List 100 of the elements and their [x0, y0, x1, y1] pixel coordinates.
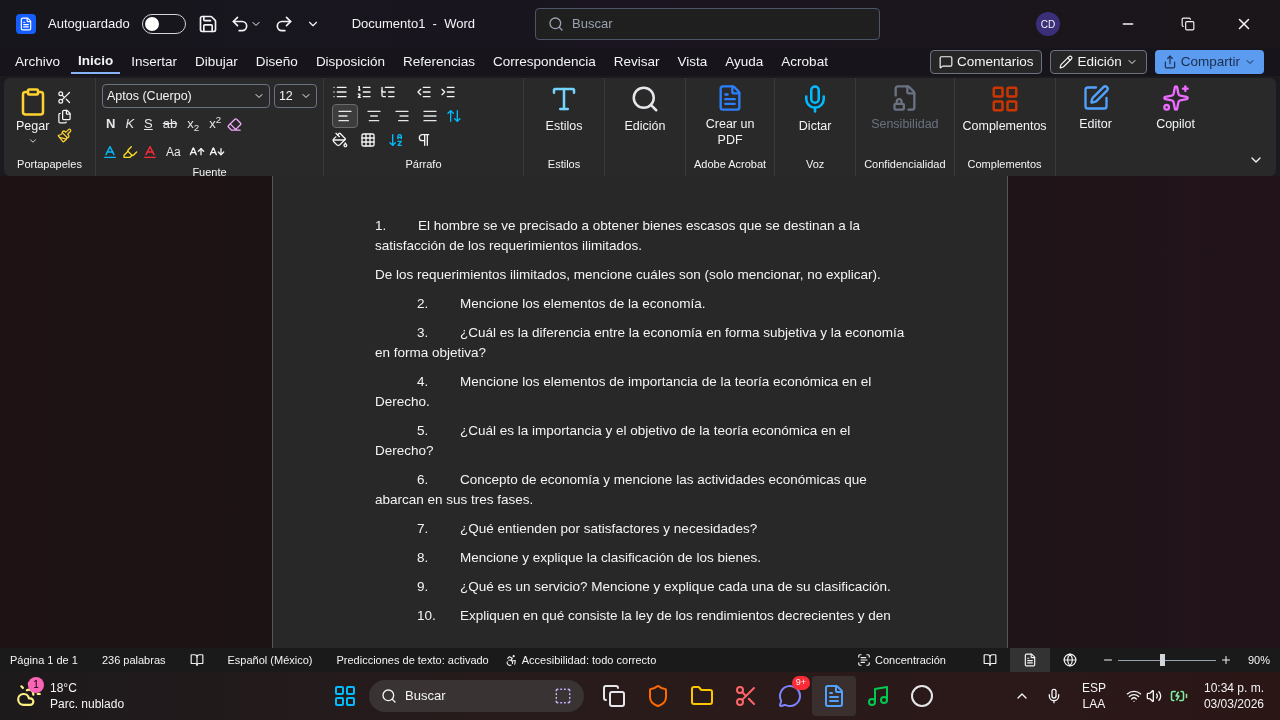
ribbon-button[interactable]: Estilos — [532, 84, 596, 134]
change-case-button[interactable]: Aa — [162, 140, 185, 164]
menu-tab[interactable]: Vista — [670, 50, 715, 74]
word-count: 236 palabras — [101, 652, 166, 668]
menu-tab[interactable]: Referencias — [395, 50, 482, 74]
predictions-label[interactable]: Predicciones de texto: activado — [336, 651, 489, 669]
ribbon-button[interactable]: Dictar — [783, 84, 848, 134]
group-label: Confidencialidad — [864, 156, 946, 172]
align-button[interactable] — [332, 104, 358, 128]
superscript-button[interactable]: x$^{2}$ — [205, 112, 226, 136]
group-label: Estilos — [547, 156, 581, 172]
underline-button[interactable]: S — [140, 112, 157, 136]
bullet-list-icon[interactable] — [332, 84, 348, 100]
sparkle-icon — [1161, 84, 1190, 112]
clock-time[interactable]: 10:34 p. m. — [1203, 680, 1264, 696]
multilevel-list-icon[interactable] — [380, 84, 396, 100]
clock-date[interactable]: 03/03/2026 — [1203, 696, 1264, 712]
menu-tab[interactable]: Revisar — [606, 50, 667, 74]
paragraph: 6. Concepto de economía y mencione las actividades económicas que abarcan en sus tres fases. — [375, 471, 868, 509]
copy-icon[interactable] — [57, 109, 73, 125]
bold-button[interactable]: N — [102, 112, 120, 136]
menu-tab[interactable]: Inicio — [71, 50, 121, 74]
notification-badge: 9+ — [791, 676, 810, 690]
highlighter-icon[interactable] — [122, 144, 138, 160]
paragraph: 1. El hombre se ve precisado a obtener bienes escasos que se destinan a la satisfacción de los requerimientos ilimitados. — [375, 217, 862, 255]
font-size-field[interactable]: 12 — [273, 84, 317, 108]
menu-tab[interactable]: Archivo — [8, 50, 67, 74]
folder-icon — [690, 684, 714, 708]
circle-icon — [910, 684, 934, 708]
paint-bucket-icon[interactable] — [332, 132, 348, 148]
paste-button[interactable]: Pegar — [16, 87, 50, 147]
view-icon — [982, 653, 997, 667]
menu-tab[interactable]: Correspondencia — [485, 50, 603, 74]
group-label: Párrafo — [404, 156, 443, 172]
wifi-icon[interactable] — [1125, 688, 1142, 704]
undo-icon[interactable] — [229, 14, 262, 34]
editing-button[interactable]: Edición — [1050, 50, 1147, 74]
ribbon-button[interactable]: Crear un PDF — [702, 84, 759, 148]
subscript-button[interactable]: x$_{2}$ — [183, 112, 204, 136]
notification-badge: 1 — [28, 676, 44, 693]
ribbon-button[interactable]: Edición — [613, 84, 677, 134]
zoom-level[interactable]: 90% — [1247, 651, 1270, 669]
paintbrush-icon[interactable] — [57, 128, 73, 144]
search-icon — [630, 84, 660, 114]
save-icon[interactable] — [197, 14, 218, 34]
keyboard-layout[interactable]: LAA — [1082, 696, 1106, 712]
zoom-in-icon[interactable] — [1219, 654, 1232, 666]
ribbon-button[interactable]: Copilot — [1143, 84, 1208, 132]
page-count: Página 1 de 1 — [10, 652, 78, 668]
group-label: Adobe Acrobat — [694, 156, 767, 172]
zoom-slider-thumb[interactable] — [1160, 653, 1166, 666]
numbered-list-icon[interactable] — [356, 84, 372, 100]
language-label[interactable]: Español (México) — [227, 651, 313, 669]
taskbar-app[interactable]: 9+ — [768, 676, 812, 716]
comment-icon — [938, 55, 953, 69]
font-color-icon[interactable] — [142, 144, 158, 160]
font-name-field[interactable]: Aptos (Cuerpo) — [102, 84, 270, 108]
scissors-icon[interactable] — [57, 90, 73, 106]
group-label: Complementos — [967, 156, 1042, 172]
paragraph: 5. ¿Cuál es la importancia y el objetivo de la teoría económica en el Derecho? — [375, 422, 852, 460]
indent-decrease-icon[interactable] — [416, 84, 432, 100]
text-effects-icon[interactable] — [102, 144, 118, 160]
menu-tab[interactable]: Dibujar — [188, 50, 245, 74]
music-icon — [866, 684, 890, 708]
accessibility-label[interactable]: Accesibilidad: todo correcto — [504, 651, 657, 669]
pilcrow-icon[interactable] — [416, 132, 432, 148]
paragraph: De los requerimientos ilimitados, mencione cuáles son (solo mencionar, no explicar). — [375, 266, 882, 284]
focus-icon — [857, 653, 872, 667]
comments-button[interactable]: Comentarios — [929, 50, 1043, 74]
italic-button[interactable]: K — [121, 112, 139, 136]
align-icon — [394, 108, 410, 124]
ribbon-button[interactable]: Complementos — [962, 84, 1047, 134]
temperature: 18°C — [50, 680, 78, 696]
menu-tab[interactable]: Acrobat — [774, 50, 835, 74]
ribbon-button[interactable]: Editor — [1063, 84, 1128, 132]
borders-icon[interactable] — [360, 132, 376, 148]
view-button[interactable] — [1009, 648, 1050, 672]
volume-icon[interactable] — [1145, 688, 1162, 704]
paragraph: 3. ¿Cuál es la diferencia entre la economía en forma subjetiva y la economía en forma objetiva? — [375, 324, 905, 362]
group-label: Portapapeles — [16, 156, 83, 172]
sort-icon[interactable] — [388, 132, 404, 148]
group-label: Voz — [806, 156, 825, 172]
strikethrough-button[interactable]: ab — [158, 112, 182, 136]
view-icon — [1022, 653, 1037, 667]
focus-button[interactable]: Concentración — [857, 651, 946, 669]
search-field[interactable]: Buscar — [535, 8, 880, 40]
avatar[interactable]: CD — [1036, 12, 1060, 36]
group-label: Fuente — [191, 165, 228, 180]
eraser-icon[interactable] — [227, 116, 243, 132]
taskbar-search-field[interactable]: Buscar — [369, 680, 584, 712]
menu-tab[interactable]: Insertar — [124, 50, 185, 74]
share-button[interactable]: Compartir — [1154, 50, 1264, 74]
accessibility-icon — [504, 653, 518, 667]
menu-tab[interactable]: Diseño — [248, 50, 305, 74]
language-code[interactable]: ESP — [1081, 680, 1106, 696]
menu-tab[interactable]: Ayuda — [718, 50, 771, 74]
windows-logo-icon[interactable] — [333, 684, 357, 708]
weather-label: Parc. nublado — [50, 696, 125, 712]
indent-increase-icon[interactable] — [440, 84, 456, 100]
menu-tab[interactable]: Disposición — [308, 50, 392, 74]
